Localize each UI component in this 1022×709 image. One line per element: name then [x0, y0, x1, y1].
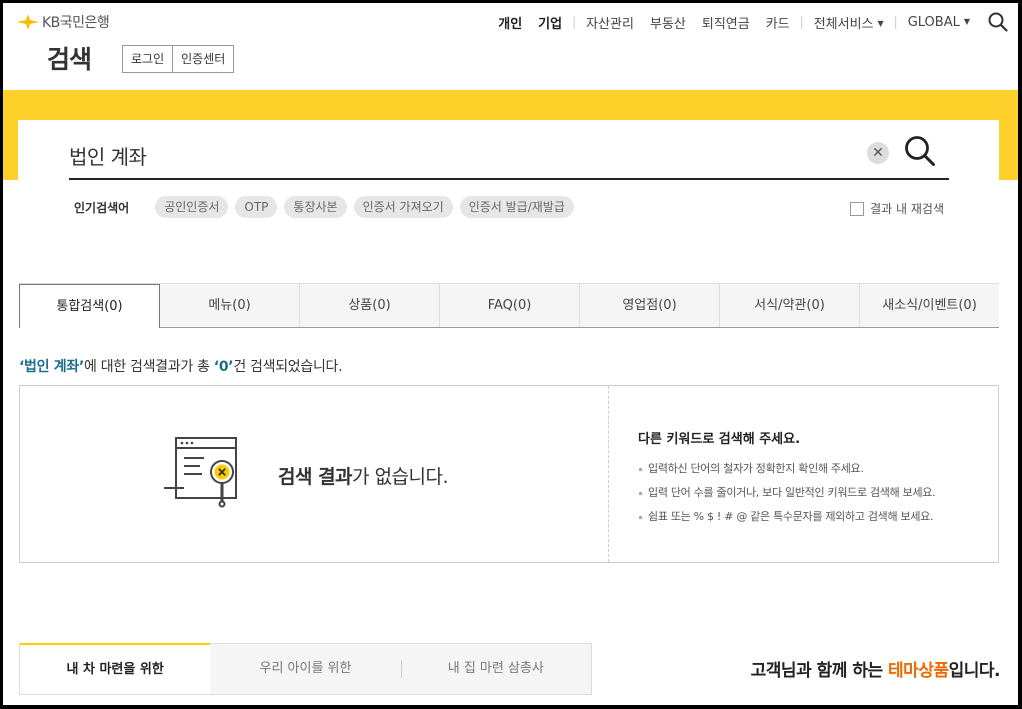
popular-label: 인기검색어 — [74, 200, 130, 215]
theme-title-post: 입니다. — [948, 661, 1001, 681]
search-icon — [988, 12, 1008, 32]
search-icon — [905, 136, 935, 166]
nav-personal[interactable]: 개인 — [498, 13, 522, 32]
nav-card[interactable]: 카드 — [766, 13, 790, 32]
tab-news-events[interactable]: 새소식/이벤트(0) — [860, 284, 999, 327]
search-input[interactable] — [69, 140, 829, 170]
theme-title-highlight: 테마상품 — [888, 661, 949, 681]
nav-pension[interactable]: 퇴직연금 — [702, 13, 750, 32]
kb-star-icon — [17, 14, 39, 30]
no-result-illustration-icon — [164, 437, 237, 508]
close-icon: ✕ — [872, 145, 884, 161]
nav-corporate[interactable]: 기업 — [538, 13, 562, 32]
tab-branches[interactable]: 영업점(0) — [580, 284, 720, 327]
summary-count: 0 — [218, 359, 229, 375]
recheck-checkbox[interactable] — [850, 201, 865, 216]
popular-keyword-chip[interactable]: OTP — [235, 196, 278, 218]
clear-search-button[interactable]: ✕ — [867, 142, 889, 164]
nav-divider: | — [572, 15, 577, 29]
result-summary: ‘법인 계좌’에 대한 검색결과가 총 ‘0’건 검색되었습니다. — [19, 356, 343, 376]
result-tabs: 통합검색(0) 메뉴(0) 상품(0) FAQ(0) 영업점(0) 서식/약관(… — [19, 283, 999, 328]
nav-divider: | — [893, 15, 898, 29]
nav-realestate[interactable]: 부동산 — [650, 13, 686, 32]
popular-keyword-chip[interactable]: 인증서 가져오기 — [353, 196, 453, 218]
popular-keyword-chip[interactable]: 인증서 발급/재발급 — [459, 196, 574, 218]
tab-forms[interactable]: 서식/약관(0) — [720, 284, 860, 327]
nav-divider: | — [799, 15, 804, 29]
caret-down-icon: ▼ — [877, 18, 884, 28]
theme-tab-child[interactable]: 우리 아이를 위한 — [210, 644, 400, 694]
theme-tabs: 내 차 마련을 위한 우리 아이를 위한 내 집 마련 삼총사 — [19, 643, 592, 695]
tab-products[interactable]: 상품(0) — [300, 284, 440, 327]
login-link[interactable]: 로그인 — [123, 46, 173, 72]
tip-item: 쉼표 또는 % $ ! # @ 같은 특수문자를 제외하고 검색해 보세요. — [638, 505, 935, 529]
cert-center-link[interactable]: 인증센터 — [172, 46, 234, 72]
recheck-label: 결과 내 재검색 — [870, 202, 944, 216]
global-nav: 개인 기업 | 자산관리 부동산 퇴직연금 카드 | 전체서비스 ▼ | GLOB… — [490, 12, 1008, 32]
summary-text: 에 대한 검색결과가 총 — [83, 359, 214, 375]
kb-logo[interactable]: KB국민은행 — [17, 12, 110, 32]
nav-global-label: GLOBAL — [907, 14, 960, 30]
logo-text: KB국민은행 — [42, 15, 110, 31]
tips-title: 다른 키워드로 검색해 주세요. — [638, 432, 801, 447]
search-tips: 다른 키워드로 검색해 주세요. 입력하신 단어의 철자가 정확한지 확인해 주… — [638, 428, 936, 529]
search-panel: ✕ 인기검색어 공인인증서 OTP 통장사본 인증서 가져오기 인증서 발급/재… — [18, 120, 999, 305]
summary-tail: 건 검색되었습니다. — [233, 359, 343, 375]
nav-global[interactable]: GLOBAL ▼ — [908, 15, 970, 30]
theme-tab-house[interactable]: 내 집 마련 삼총사 — [400, 644, 591, 694]
nav-all-services-label: 전체서비스 — [813, 16, 874, 32]
summary-keyword: 법인 계좌 — [24, 359, 79, 375]
no-result-bold: 검색 결과 — [278, 466, 353, 488]
caret-down-icon: ▼ — [963, 16, 970, 26]
tip-item: 입력하신 단어의 철자가 정확한지 확인해 주세요. — [638, 457, 935, 481]
theme-title-pre: 고객님과 함께 하는 — [750, 661, 889, 681]
page-title: 검색 — [47, 45, 92, 74]
no-result-message: 검색 결과가 없습니다. — [278, 462, 449, 489]
tab-menu[interactable]: 메뉴(0) — [160, 284, 300, 327]
popular-keyword-chip[interactable]: 공인인증서 — [155, 196, 229, 218]
auth-links: 로그인 인증센터 — [122, 45, 235, 73]
header-search-button[interactable] — [988, 12, 1008, 32]
search-row: ✕ — [69, 134, 949, 180]
dashed-divider — [608, 386, 609, 562]
page: KB국민은행 검색 로그인 인증센터 개인 기업 | 자산관리 부동산 퇴직연금… — [3, 3, 1018, 705]
tab-faq[interactable]: FAQ(0) — [440, 284, 580, 327]
nav-all-services[interactable]: 전체서비스 ▼ — [814, 13, 884, 32]
recheck-option[interactable]: 결과 내 재검색 — [850, 200, 944, 217]
no-result-rest: 가 없습니다. — [352, 466, 449, 488]
tips-list: 입력하신 단어의 철자가 정확한지 확인해 주세요. 입력 단어 수를 줄이거나… — [638, 457, 936, 529]
tab-integrated[interactable]: 통합검색(0) — [19, 284, 160, 328]
no-result-box: 검색 결과가 없습니다. 다른 키워드로 검색해 주세요. 입력하신 단어의 철… — [19, 385, 999, 563]
nav-asset[interactable]: 자산관리 — [586, 13, 634, 32]
popular-keywords: 인기검색어 공인인증서 OTP 통장사본 인증서 가져오기 인증서 발급/재발급 — [74, 196, 581, 218]
tip-item: 입력 단어 수를 줄이거나, 보다 일반적인 키워드로 검색해 보세요. — [638, 481, 936, 505]
search-submit-button[interactable] — [904, 135, 936, 167]
popular-keyword-chip[interactable]: 통장사본 — [284, 196, 347, 218]
theme-tab-car[interactable]: 내 차 마련을 위한 — [20, 643, 211, 694]
theme-section-title: 고객님과 함께 하는 테마상품입니다. — [750, 656, 1001, 681]
